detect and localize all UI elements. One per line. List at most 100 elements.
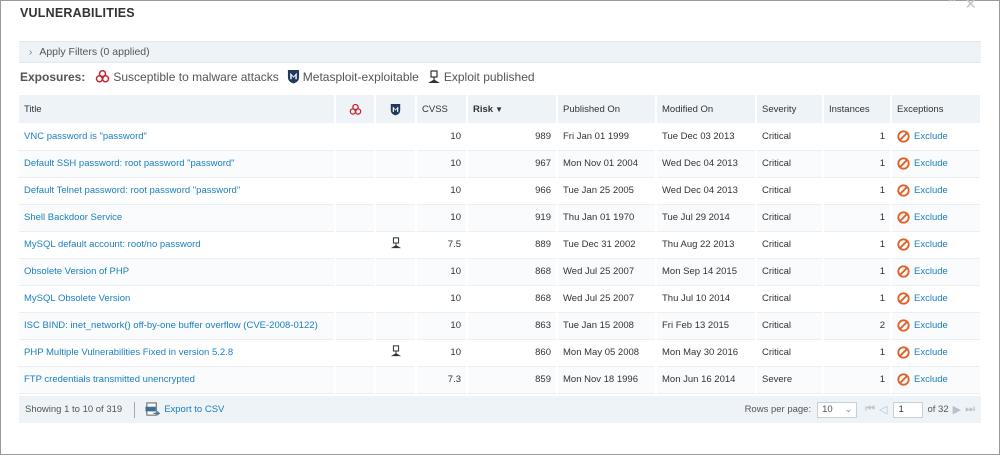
table-row: Default SSH password: root password "pas… (19, 150, 982, 178)
severity-cell: Critical (756, 177, 824, 205)
pagination: Rows per page: 10 ⌄ ⏮ ◁ of 32 ▶ ⏭ (745, 396, 977, 423)
modified-cell: Thu Aug 22 2013 (656, 231, 757, 259)
cvss-cell[interactable]: 10 (416, 177, 468, 205)
column-header-severity[interactable]: Severity (756, 95, 824, 123)
page-number-input[interactable] (893, 401, 924, 418)
last-page-icon[interactable]: ⏭ (965, 403, 975, 416)
vulnerability-title-link[interactable]: MySQL Obsolete Version (24, 293, 130, 304)
cvss-cell[interactable]: 10 (416, 204, 468, 232)
prohibited-icon (897, 211, 910, 224)
exclude-button[interactable]: Exclude (897, 184, 975, 197)
vulnerability-title-cell: VNC password is "password" (19, 123, 336, 151)
column-header-title[interactable]: Title (19, 95, 336, 123)
rows-per-page-value: 10 (822, 404, 833, 415)
table-row: MySQL default account: root/no password 7… (19, 231, 982, 259)
table-row: VNC password is "password" 10 989 Fri Jan 0… (19, 123, 982, 151)
column-header-cvss[interactable]: CVSS (416, 95, 468, 123)
risk-cell: 967 (467, 150, 558, 178)
apply-filters-toggle[interactable]: › Apply Filters (0 applied) (19, 41, 981, 63)
modified-cell: Tue Jul 29 2014 (656, 204, 757, 232)
vulnerability-title-link[interactable]: Shell Backdoor Service (24, 212, 122, 223)
severity-cell: Critical (756, 312, 824, 340)
column-header-published[interactable]: Published On (557, 95, 657, 123)
risk-cell: 889 (467, 231, 558, 259)
exclude-button[interactable]: Exclude (897, 373, 975, 386)
exploit-cell (375, 258, 417, 286)
exploit-cell (375, 123, 417, 151)
exclude-button[interactable]: Exclude (897, 130, 975, 143)
cvss-cell[interactable]: 7.3 (416, 366, 468, 394)
published-cell: Tue Jan 25 2005 (557, 177, 657, 205)
exploit-cell (375, 339, 417, 367)
biohazard-icon (96, 69, 110, 83)
exceptions-cell: Exclude (891, 204, 982, 232)
chevron-right-icon: › (29, 46, 33, 58)
vulnerability-title-link[interactable]: Default Telnet password: root password "… (24, 185, 240, 196)
exploit-published-icon (390, 237, 401, 249)
exclude-button[interactable]: Exclude (897, 292, 975, 305)
column-header-malware[interactable] (335, 95, 376, 123)
column-header-risk[interactable]: Risk ▼ (467, 95, 558, 123)
exclude-button[interactable]: Exclude (897, 319, 975, 332)
severity-cell: Critical (756, 339, 824, 367)
page-count: of 32 (927, 404, 949, 415)
exclude-button[interactable]: Exclude (897, 211, 975, 224)
column-header-modified[interactable]: Modified On (656, 95, 757, 123)
exclude-label: Exclude (914, 293, 948, 304)
exclude-label: Exclude (914, 185, 948, 196)
vulnerability-title-link[interactable]: Obsolete Version of PHP (24, 266, 129, 277)
exclude-label: Exclude (914, 239, 948, 250)
modified-cell: Mon Jun 16 2014 (656, 366, 757, 394)
vulnerability-title-link[interactable]: VNC password is "password" (24, 131, 147, 142)
exclude-label: Exclude (914, 212, 948, 223)
vulnerability-title-link[interactable]: ISC BIND: inet_network() off-by-one buff… (24, 320, 318, 331)
cvss-cell[interactable]: 10 (416, 285, 468, 313)
instances-cell: 1 (823, 123, 892, 151)
vulnerability-title-link[interactable]: FTP credentials transmitted unencrypted (24, 374, 195, 385)
vulnerability-title-link[interactable]: Default SSH password: root password "pas… (24, 158, 235, 169)
vulnerability-title-link[interactable]: MySQL default account: root/no password (24, 239, 201, 250)
exposure-malware-label: Susceptible to malware attacks (113, 69, 279, 84)
cvss-cell[interactable]: 10 (416, 339, 468, 367)
severity-cell: Critical (756, 204, 824, 232)
exceptions-cell: Exclude (891, 123, 982, 151)
window-controls[interactable]: ⌃✕ (946, 0, 983, 13)
cvss-cell[interactable]: 10 (416, 150, 468, 178)
rows-per-page-select[interactable]: 10 ⌄ (817, 401, 858, 418)
risk-cell: 868 (467, 258, 558, 286)
exclude-button[interactable]: Exclude (897, 265, 975, 278)
exclude-button[interactable]: Exclude (897, 157, 975, 170)
column-header-exceptions[interactable]: Exceptions (891, 95, 982, 123)
exposure-metasploit-label: Metasploit-exploitable (302, 69, 419, 84)
exclude-button[interactable]: Exclude (897, 346, 975, 359)
csv-file-icon (145, 402, 161, 416)
cvss-cell[interactable]: 7.5 (416, 231, 468, 259)
exclude-label: Exclude (914, 374, 948, 385)
export-csv-button[interactable]: Export to CSV (145, 402, 224, 417)
cvss-cell[interactable]: 10 (416, 258, 468, 286)
exploit-cell (375, 285, 417, 313)
cvss-cell[interactable]: 10 (416, 312, 468, 340)
cvss-cell[interactable]: 10 (416, 123, 468, 151)
risk-cell: 859 (467, 366, 558, 394)
column-header-metasploit[interactable] (375, 95, 417, 123)
published-cell: Fri Jan 01 1999 (557, 123, 657, 151)
exclude-button[interactable]: Exclude (897, 238, 975, 251)
exploit-cell (375, 366, 417, 394)
risk-cell: 863 (467, 312, 558, 340)
collapse-icon[interactable]: ⌃ (946, 0, 965, 13)
vulnerability-title-cell: Shell Backdoor Service (19, 204, 336, 232)
table-row: FTP credentials transmitted unencrypted 7… (19, 366, 982, 394)
table-row: MySQL Obsolete Version 10 868 Wed Jul 25 20… (19, 285, 982, 313)
table-header-row: Title CVSS Risk ▼ Published On Modified … (19, 95, 982, 123)
export-csv-label: Export to CSV (164, 404, 225, 415)
next-page-icon[interactable]: ▶ (953, 403, 961, 416)
instances-cell: 1 (823, 339, 892, 367)
vulnerability-title-link[interactable]: PHP Multiple Vulnerabilities Fixed in ve… (24, 347, 233, 358)
table-footer: Showing 1 to 10 of 319 Export to CSV Row… (19, 396, 981, 423)
severity-cell: Severe (756, 366, 824, 394)
close-icon[interactable]: ✕ (964, 0, 983, 13)
previous-page-icon[interactable]: ◁ (879, 403, 887, 416)
column-header-instances[interactable]: Instances (823, 95, 892, 123)
first-page-icon[interactable]: ⏮ (865, 403, 875, 416)
